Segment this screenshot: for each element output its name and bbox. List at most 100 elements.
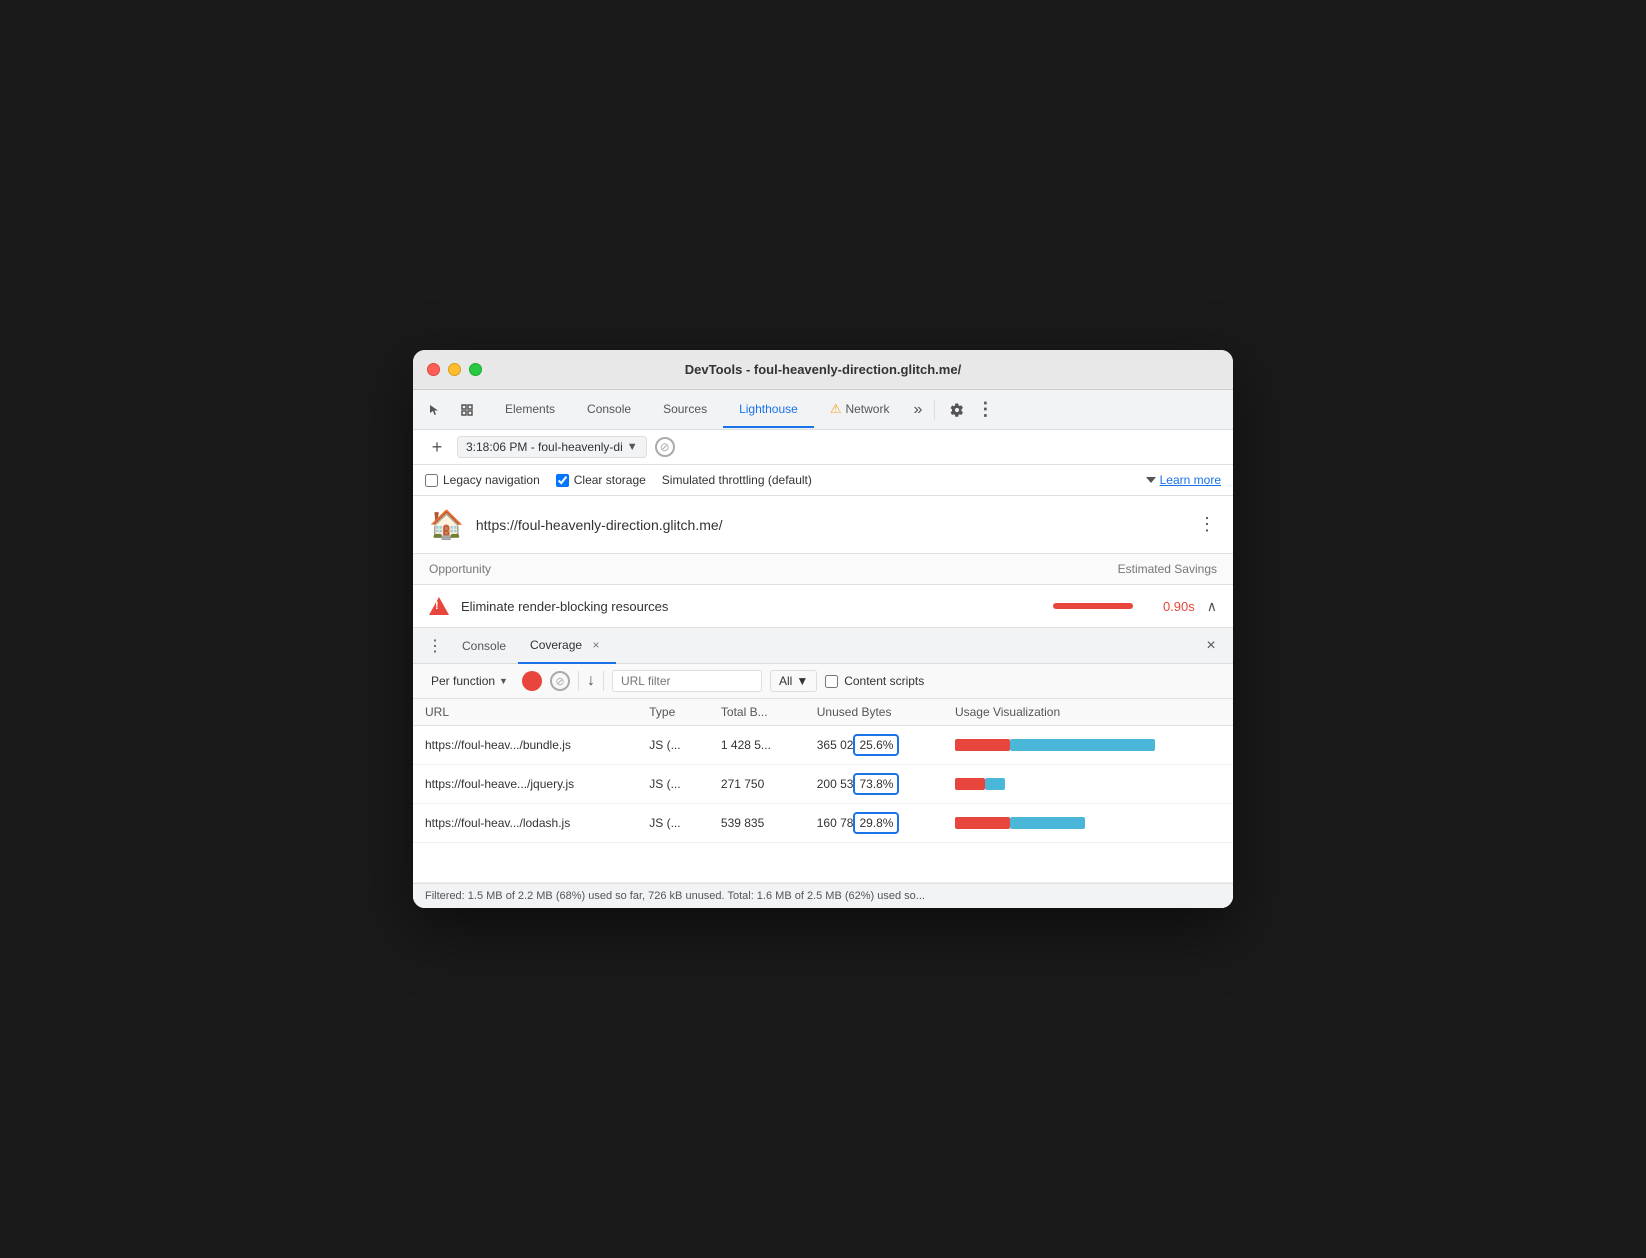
table-header-row: URL Type Total B... Unused Bytes Usage V…: [413, 699, 1233, 726]
clear-storage-checkbox[interactable]: Clear storage: [556, 473, 646, 487]
minimize-button[interactable]: [448, 363, 461, 376]
unused-portion: [1010, 739, 1155, 751]
per-function-selector[interactable]: Per function ▼: [425, 671, 514, 691]
cell-viz: [943, 804, 1233, 843]
cell-viz: [943, 765, 1233, 804]
cell-url: https://foul-heave.../jquery.js: [413, 765, 637, 804]
col-url: URL: [413, 699, 637, 726]
url-display: 3:18:06 PM - foul-heavenly-di ▼: [457, 436, 647, 458]
cell-type: JS (...: [637, 726, 709, 765]
table-row[interactable]: https://foul-heav.../bundle.js JS (... 1…: [413, 726, 1233, 765]
used-portion: [955, 817, 1010, 829]
used-portion: [955, 778, 985, 790]
content-scripts-checkbox[interactable]: Content scripts: [825, 674, 924, 688]
cell-unused: 200 5373.8%: [805, 765, 943, 804]
cell-total: 1 428 5...: [709, 726, 805, 765]
address-bar: + 3:18:06 PM - foul-heavenly-di ▼ ⊘: [413, 430, 1233, 465]
options-row: Legacy navigation Clear storage Simulate…: [413, 465, 1233, 496]
cell-unused: 365 0225.6%: [805, 726, 943, 765]
panel-menu-icon[interactable]: ⋮: [421, 636, 450, 656]
main-tabs: Elements Console Sources Lighthouse ⚠ Ne…: [489, 390, 1225, 429]
legacy-navigation-checkbox[interactable]: Legacy navigation: [425, 473, 540, 487]
cell-viz: [943, 726, 1233, 765]
tab-elements[interactable]: Elements: [489, 392, 571, 428]
throttling-label: Simulated throttling (default): [662, 473, 812, 487]
usage-bar: [955, 817, 1155, 829]
close-button[interactable]: [427, 363, 440, 376]
more-options-icon[interactable]: ⋮: [971, 396, 999, 424]
col-type: Type: [637, 699, 709, 726]
devtools-toolbar: Elements Console Sources Lighthouse ⚠ Ne…: [413, 390, 1233, 430]
tab-lighthouse[interactable]: Lighthouse: [723, 392, 814, 428]
savings-bar: [1053, 603, 1133, 609]
cell-url: https://foul-heav.../lodash.js: [413, 804, 637, 843]
maximize-button[interactable]: [469, 363, 482, 376]
download-button[interactable]: ↓: [587, 672, 595, 690]
cell-unused: 160 7829.8%: [805, 804, 943, 843]
url-filter-input[interactable]: [612, 670, 762, 692]
tab-console-panel[interactable]: Console: [450, 628, 518, 664]
coverage-table: URL Type Total B... Unused Bytes Usage V…: [413, 699, 1233, 883]
lighthouse-url-text: https://foul-heavenly-direction.glitch.m…: [476, 517, 1186, 533]
inspect-icon[interactable]: [453, 396, 481, 424]
cell-type: JS (...: [637, 765, 709, 804]
lighthouse-url-section: 🏠 https://foul-heavenly-direction.glitch…: [413, 496, 1233, 554]
learn-more-button[interactable]: Learn more: [1146, 473, 1221, 487]
unused-portion: [1010, 817, 1085, 829]
cell-type: JS (...: [637, 804, 709, 843]
tab-divider: [934, 400, 935, 420]
learn-more-triangle-icon: [1146, 477, 1156, 483]
tab-coverage-panel[interactable]: Coverage ×: [518, 628, 616, 664]
toolbar-separator: [578, 671, 579, 691]
lighthouse-more-icon[interactable]: ⋮: [1198, 514, 1217, 535]
lighthouse-logo-icon: 🏠: [429, 508, 464, 541]
opportunity-label: Opportunity: [429, 562, 491, 576]
titlebar: DevTools - foul-heavenly-direction.glitc…: [413, 350, 1233, 390]
unused-portion: [985, 778, 1005, 790]
table-empty-row: [413, 843, 1233, 883]
warning-triangle-icon: [429, 597, 449, 615]
cell-total: 539 835: [709, 804, 805, 843]
type-filter-select[interactable]: All ▼: [770, 670, 817, 692]
table-row[interactable]: https://foul-heav.../lodash.js JS (... 5…: [413, 804, 1233, 843]
percentage-highlight: 73.8%: [853, 773, 899, 795]
used-portion: [955, 739, 1010, 751]
usage-bar: [955, 739, 1155, 751]
more-tabs-button[interactable]: »: [905, 401, 930, 419]
close-panel-button[interactable]: ×: [1197, 632, 1225, 660]
settings-icon[interactable]: [943, 396, 971, 424]
status-text: Filtered: 1.5 MB of 2.2 MB (68%) used so…: [425, 890, 925, 902]
block-requests-icon[interactable]: ⊘: [655, 437, 675, 457]
savings-time: 0.90s: [1145, 599, 1195, 614]
record-button[interactable]: [522, 671, 542, 691]
percentage-highlight: 25.6%: [853, 734, 899, 756]
cell-total: 271 750: [709, 765, 805, 804]
traffic-lights: [427, 363, 482, 376]
devtools-window: DevTools - foul-heavenly-direction.glitc…: [413, 350, 1233, 908]
tab-sources[interactable]: Sources: [647, 392, 723, 428]
toolbar-separator-2: [603, 671, 604, 691]
url-dropdown[interactable]: ▼: [627, 441, 638, 453]
col-total: Total B...: [709, 699, 805, 726]
expand-button[interactable]: ∧: [1207, 598, 1217, 615]
estimated-savings-label: Estimated Savings: [1118, 562, 1217, 576]
opportunity-header: Opportunity Estimated Savings: [413, 554, 1233, 585]
all-select-arrow-icon: ▼: [796, 674, 808, 688]
table-row[interactable]: https://foul-heave.../jquery.js JS (... …: [413, 765, 1233, 804]
network-warning-icon: ⚠: [830, 401, 842, 417]
close-coverage-tab[interactable]: ×: [588, 637, 604, 653]
usage-bar: [955, 778, 1155, 790]
window-title: DevTools - foul-heavenly-direction.glitc…: [685, 362, 961, 377]
opportunity-row[interactable]: Eliminate render-blocking resources 0.90…: [413, 585, 1233, 628]
panel-tabs: ⋮ Console Coverage × ×: [413, 628, 1233, 664]
coverage-panel: ⋮ Console Coverage × × Per function ▼ ⊘: [413, 628, 1233, 908]
col-viz: Usage Visualization: [943, 699, 1233, 726]
per-function-arrow-icon: ▼: [499, 676, 508, 686]
tab-console[interactable]: Console: [571, 392, 647, 428]
tab-network[interactable]: ⚠ Network: [814, 392, 906, 428]
cursor-icon[interactable]: [421, 396, 449, 424]
clear-coverage-button[interactable]: ⊘: [550, 671, 570, 691]
cell-url: https://foul-heav.../bundle.js: [413, 726, 637, 765]
devtools-body: Elements Console Sources Lighthouse ⚠ Ne…: [413, 390, 1233, 908]
add-button[interactable]: +: [425, 437, 449, 458]
